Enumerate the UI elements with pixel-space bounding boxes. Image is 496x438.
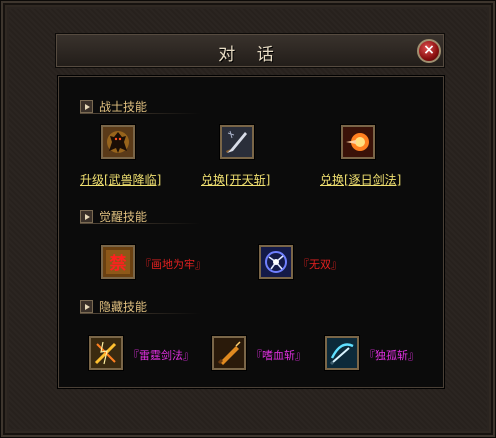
skill-slot-lone-slash[interactable]: [325, 336, 359, 370]
expand-arrow-icon[interactable]: [80, 300, 93, 313]
close-button[interactable]: ×: [417, 39, 441, 63]
skill-slot-forbidden-seal[interactable]: 禁: [101, 245, 135, 279]
bloodthirsty-slash-icon: [214, 338, 244, 368]
skill-label-lone-slash: 『独孤斩』: [364, 349, 419, 362]
expand-arrow-icon[interactable]: [80, 210, 93, 223]
skill-slot-sun-chasing-sword[interactable]: [341, 125, 375, 159]
dialog-title: 对 话: [218, 45, 282, 65]
skill-link-sky-splitting-blade[interactable]: 兑换[开天斩]: [201, 171, 270, 188]
skill-label-thunder-sword: 『雷霆剑法』: [128, 349, 194, 362]
beast-descend-icon: [103, 127, 133, 157]
skill-label-bloodthirsty-slash: 『嗜血斩』: [251, 349, 306, 362]
skill-slot-sky-splitting-blade[interactable]: [220, 125, 254, 159]
close-icon: ×: [423, 42, 435, 58]
lone-slash-icon: [327, 338, 357, 368]
skill-slot-beast-descend[interactable]: [101, 125, 135, 159]
skill-slot-thunder-sword[interactable]: [89, 336, 123, 370]
sun-chasing-sword-icon: [343, 127, 373, 157]
expand-arrow-icon[interactable]: [80, 100, 93, 113]
section-divider: [80, 223, 200, 224]
skill-label-unrivaled: 『无双』: [298, 258, 342, 271]
thunder-sword-icon: [91, 338, 121, 368]
skill-slot-unrivaled[interactable]: [259, 245, 293, 279]
forbidden-badge: 禁: [110, 253, 127, 274]
skill-link-sun-chasing-sword[interactable]: 兑换[逐日剑法]: [320, 171, 401, 188]
section-divider: [80, 113, 200, 114]
forbidden-seal-icon: 禁: [103, 247, 133, 277]
unrivaled-icon: [261, 247, 291, 277]
skill-label-forbidden-seal: 『画地为牢』: [140, 258, 206, 271]
section-divider: [80, 313, 200, 314]
skill-slot-bloodthirsty-slash[interactable]: [212, 336, 246, 370]
skill-link-beast-descend[interactable]: 升级[武兽降临]: [80, 171, 161, 188]
sky-splitting-blade-icon: [222, 127, 252, 157]
dialog-titlebar: 对 话: [55, 33, 445, 68]
